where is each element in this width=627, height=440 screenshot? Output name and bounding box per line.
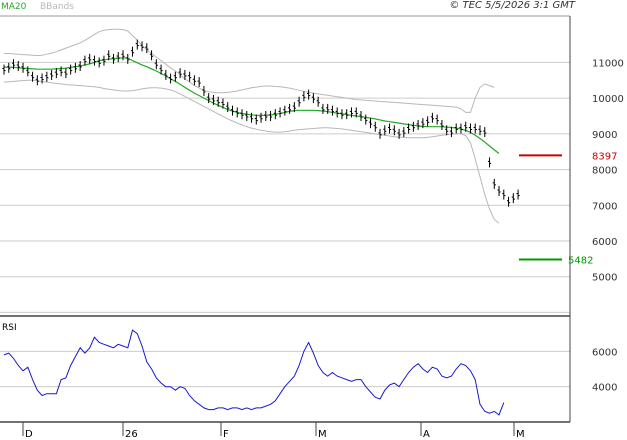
- price-y-tick-label: 8000: [592, 166, 617, 177]
- bbands-legend-label: BBands: [40, 2, 74, 12]
- rsi-panel-title: RSI: [2, 323, 17, 333]
- price-y-tick-label: 7000: [592, 201, 617, 212]
- chart-background: [0, 0, 627, 440]
- rsi-y-tick-label: 4000: [592, 383, 617, 394]
- copyright-timestamp: © TEC 5/5/2026 3:1 GMT: [449, 0, 576, 11]
- price-y-tick-label: 11000: [592, 58, 624, 69]
- price-y-tick-label: 5000: [592, 273, 617, 284]
- support-level-label: 5482: [568, 256, 593, 267]
- x-tick-label: M: [516, 429, 525, 440]
- x-tick-label: M: [318, 429, 327, 440]
- stock-chart: 8397 5482 11000 10000 9000 8000 7000 6000 5000 6…: [0, 0, 627, 440]
- x-tick-label: D: [25, 429, 33, 440]
- x-tick-label: A: [423, 429, 430, 440]
- x-tick-label: 26: [125, 429, 138, 440]
- ma20-legend-label: MA20: [1, 2, 27, 12]
- resistance-level-label: 8397: [592, 151, 617, 162]
- price-y-tick-label: 10000: [592, 94, 624, 105]
- x-tick-label: F: [223, 429, 229, 440]
- price-y-tick-label: 6000: [592, 237, 617, 248]
- price-y-tick-label: 9000: [592, 130, 617, 141]
- rsi-y-tick-label: 6000: [592, 347, 617, 358]
